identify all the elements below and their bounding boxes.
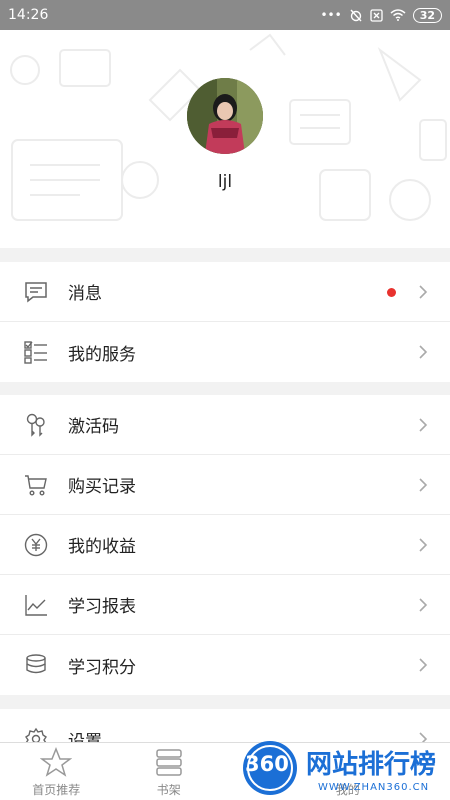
- menu-group-account: 激活码 购买记录 我的收益 学习报表 学习积分: [0, 395, 450, 695]
- menu-item-learning-report[interactable]: 学习报表: [0, 575, 450, 635]
- battery-indicator: 32: [412, 7, 442, 23]
- watermark-url: WWW.ZHAN360.CN: [318, 782, 430, 793]
- wifi-icon: [390, 9, 406, 21]
- tab-label: 首页推荐: [32, 783, 81, 797]
- line-chart-icon: [25, 595, 47, 616]
- menu-label: 消息: [68, 284, 102, 304]
- more-icon: •••: [320, 8, 342, 22]
- menu-item-activation-code[interactable]: 激活码: [0, 395, 450, 455]
- watermark-badge-text: 360: [245, 752, 289, 776]
- chevron-right-icon: [419, 418, 428, 432]
- keys-icon: [26, 413, 45, 437]
- no-sim-icon: [370, 8, 383, 22]
- unread-badge: [387, 288, 396, 297]
- menu-group-messages: 消息 我的服务: [0, 262, 450, 382]
- chevron-right-icon: [419, 538, 428, 552]
- status-time: 14:26: [8, 7, 49, 23]
- chevron-right-icon: [419, 285, 428, 299]
- menu-item-my-earnings[interactable]: 我的收益: [0, 515, 450, 575]
- avatar[interactable]: [187, 78, 263, 154]
- status-bar: 14:26 ••• 32: [0, 0, 450, 30]
- menu-label: 购买记录: [68, 477, 136, 497]
- tab-label: 书架: [156, 783, 181, 797]
- chevron-right-icon: [419, 658, 428, 672]
- menu-label: 激活码: [68, 417, 119, 437]
- menu-label: 我的服务: [68, 344, 136, 365]
- star-icon: [40, 747, 72, 777]
- message-icon: [25, 282, 47, 303]
- menu-label: 学习报表: [68, 597, 136, 617]
- profile-header: ljl: [0, 30, 450, 248]
- gear-icon: [25, 727, 47, 742]
- tab-bookshelf[interactable]: 书架: [113, 743, 226, 800]
- bookshelf-icon: [155, 749, 182, 776]
- menu-item-my-services[interactable]: 我的服务: [0, 322, 450, 382]
- menu-label: 设置: [68, 731, 102, 743]
- watermark: 360 网站排行榜 WWW.ZHAN360.CN: [243, 738, 450, 800]
- chevron-right-icon: [419, 478, 428, 492]
- avatar-photo: [187, 78, 263, 154]
- status-icons: ••• 32: [320, 7, 442, 23]
- cart-icon: [25, 475, 47, 496]
- menu-item-purchase-history[interactable]: 购买记录: [0, 455, 450, 515]
- menu-item-messages[interactable]: 消息: [0, 262, 450, 322]
- chevron-right-icon: [419, 345, 428, 359]
- yuan-coin-icon: [24, 533, 48, 557]
- menu-label: 我的收益: [68, 537, 136, 557]
- username: ljl: [217, 172, 233, 192]
- checklist-icon: [24, 341, 47, 364]
- menu-label: 学习积分: [68, 657, 136, 678]
- alarm-off-icon: [350, 9, 362, 22]
- watermark-title: 网站排行榜: [306, 750, 437, 780]
- coin-stack-icon: [26, 654, 46, 674]
- tab-home-recommend[interactable]: 首页推荐: [0, 743, 113, 800]
- chevron-right-icon: [419, 598, 428, 612]
- menu-item-learning-points[interactable]: 学习积分: [0, 635, 450, 695]
